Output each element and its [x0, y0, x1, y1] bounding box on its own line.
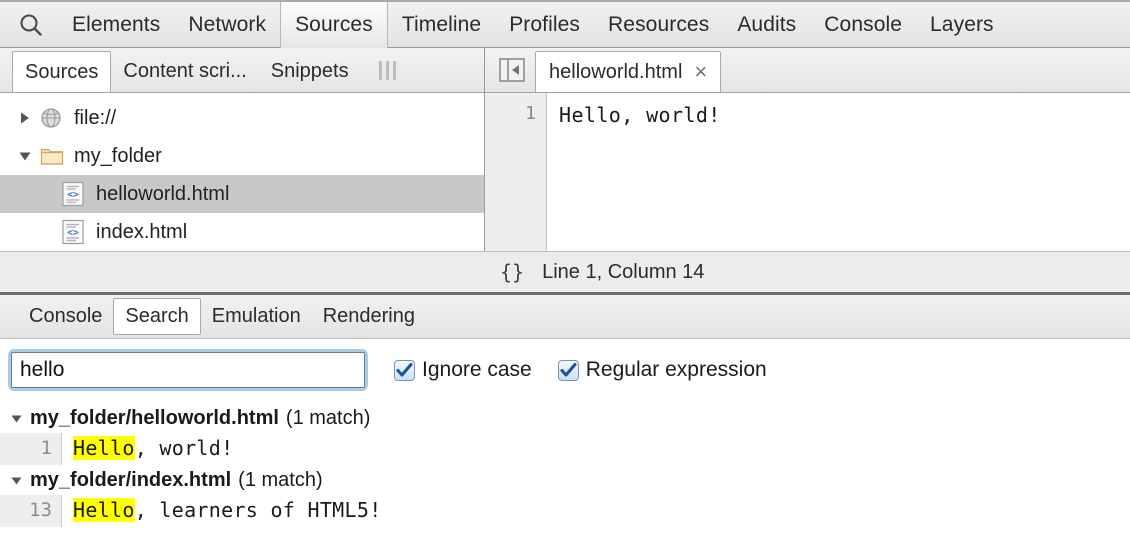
panel-tab-list: Elements Network Sources Timeline Profil…	[58, 2, 1008, 48]
option-label: Ignore case	[422, 358, 532, 382]
code-line: Hello, world!	[559, 103, 1130, 127]
result-match-count: (1 match)	[238, 469, 322, 492]
tree-item-label: helloworld.html	[96, 184, 229, 204]
panel-tab-sources[interactable]: Sources	[280, 2, 388, 48]
panel-tab-layers[interactable]: Layers	[916, 2, 1008, 48]
result-line-text: Hello, learners of HTML5!	[62, 495, 382, 527]
tree-item-file-protocol[interactable]: file://	[0, 99, 484, 137]
code-editor[interactable]: 1 Hello, world!	[485, 93, 1130, 251]
editor-content[interactable]: Hello, world!	[547, 93, 1130, 251]
editor-file-tab-label: helloworld.html	[549, 61, 682, 84]
tree-item-my-folder[interactable]: my_folder	[0, 137, 484, 175]
devtools-window: Elements Network Sources Timeline Profil…	[0, 0, 1130, 551]
editor-tabbar: helloworld.html ×	[485, 48, 1130, 93]
search-result-match[interactable]: 13 Hello, learners of HTML5!	[0, 495, 1130, 527]
svg-text:<>: <>	[67, 189, 79, 200]
tree-item-label: file://	[74, 108, 116, 128]
panel-tab-resources[interactable]: Resources	[594, 2, 723, 48]
tree-item-label: my_folder	[74, 146, 162, 166]
sources-area: Sources Content scri... Snippets	[0, 48, 1130, 251]
result-match-count: (1 match)	[286, 407, 370, 430]
drawer-tab-search[interactable]: Search	[113, 298, 200, 335]
tree-item-label: index.html	[96, 222, 187, 242]
navigator-tabbar: Sources Content scri... Snippets	[0, 48, 484, 93]
chevron-right-icon[interactable]	[18, 111, 40, 125]
drag-grip-icon[interactable]	[379, 48, 400, 92]
html-file-icon: <>	[62, 181, 88, 207]
html-file-icon: <>	[62, 219, 88, 245]
drawer: Console Search Emulation Rendering Ignor…	[0, 295, 1130, 551]
editor-line-numbers: 1	[485, 93, 547, 251]
format-braces-icon[interactable]: {}	[500, 260, 524, 284]
search-result-file-header[interactable]: my_folder/helloworld.html (1 match)	[0, 403, 1130, 433]
main-toolbar: Elements Network Sources Timeline Profil…	[0, 0, 1130, 48]
editor-file-tab-helloworld-html[interactable]: helloworld.html ×	[535, 51, 721, 92]
search-result-match[interactable]: 1 Hello, world!	[0, 433, 1130, 465]
chevron-down-icon[interactable]	[18, 149, 40, 163]
nav-tab-sources[interactable]: Sources	[12, 51, 111, 92]
folder-icon	[40, 145, 66, 167]
globe-icon	[40, 107, 66, 129]
result-line-text: Hello, world!	[62, 433, 233, 465]
close-icon[interactable]: ×	[694, 61, 707, 83]
search-input[interactable]	[20, 358, 356, 382]
result-file-name: my_folder/index.html	[30, 469, 231, 492]
search-results: my_folder/helloworld.html (1 match) 1 He…	[0, 401, 1130, 551]
chevron-down-icon[interactable]	[10, 474, 30, 487]
search-input-inner	[11, 352, 365, 388]
line-number: 1	[485, 103, 536, 124]
drawer-tab-emulation[interactable]: Emulation	[201, 298, 312, 335]
panel-tab-network[interactable]: Network	[174, 2, 280, 48]
match-after: , world!	[135, 436, 234, 460]
navigator-pane: Sources Content scri... Snippets	[0, 48, 485, 251]
search-controls: Ignore case Regular expression	[0, 339, 1130, 401]
cursor-position-label: Line 1, Column 14	[542, 261, 704, 284]
match-highlight: Hello	[73, 498, 135, 522]
panel-tab-console[interactable]: Console	[810, 2, 916, 48]
panel-tab-profiles[interactable]: Profiles	[495, 2, 594, 48]
panel-tab-audits[interactable]: Audits	[723, 2, 810, 48]
nav-tab-snippets[interactable]: Snippets	[259, 51, 361, 92]
editor-pane: helloworld.html × 1 Hello, world!	[485, 48, 1130, 251]
drawer-tab-console[interactable]: Console	[18, 298, 113, 335]
result-file-name: my_folder/helloworld.html	[30, 407, 279, 430]
checkbox-checked-icon[interactable]	[558, 360, 579, 381]
chevron-down-icon[interactable]	[10, 412, 30, 425]
svg-text:<>: <>	[67, 227, 79, 238]
drawer-tabbar: Console Search Emulation Rendering	[0, 295, 1130, 339]
search-result-file-header[interactable]: my_folder/index.html (1 match)	[0, 465, 1130, 495]
tree-item-index-html[interactable]: <> index.html	[0, 213, 484, 251]
magnifier-icon[interactable]	[14, 8, 48, 42]
nav-tab-content-scripts[interactable]: Content scri...	[111, 51, 258, 92]
search-input-wrapper	[8, 349, 368, 391]
option-regular-expression[interactable]: Regular expression	[558, 358, 767, 382]
editor-status-bar: {} Line 1, Column 14	[0, 251, 1130, 295]
tree-item-helloworld-html[interactable]: <> helloworld.html	[0, 175, 484, 213]
match-after: , learners of HTML5!	[135, 498, 382, 522]
option-label: Regular expression	[586, 358, 767, 382]
file-tree: file:// my_folder	[0, 93, 484, 251]
result-line-number: 13	[0, 495, 62, 527]
panel-tab-elements[interactable]: Elements	[58, 2, 174, 48]
match-highlight: Hello	[73, 436, 135, 460]
collapse-sidebar-icon[interactable]	[495, 53, 529, 87]
option-ignore-case[interactable]: Ignore case	[394, 358, 532, 382]
drawer-tab-rendering[interactable]: Rendering	[312, 298, 426, 335]
panel-tab-timeline[interactable]: Timeline	[388, 2, 495, 48]
result-line-number: 1	[0, 433, 62, 465]
checkbox-checked-icon[interactable]	[394, 360, 415, 381]
